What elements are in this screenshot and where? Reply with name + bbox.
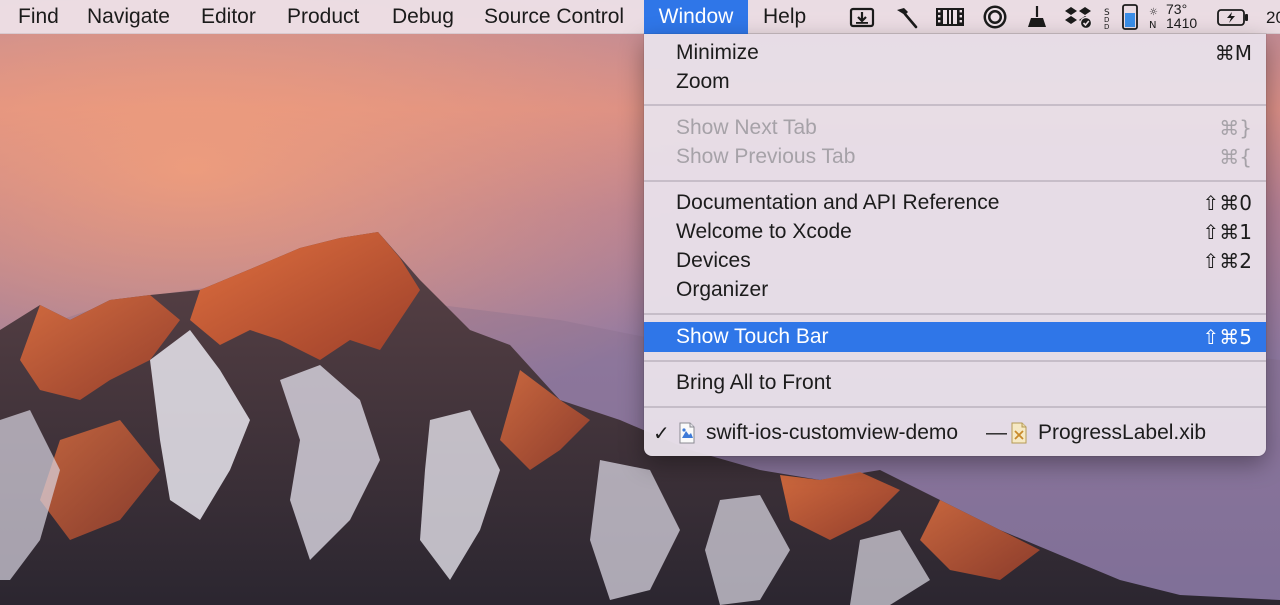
menu-item-shortcut: ⇧⌘1 xyxy=(1202,220,1252,244)
menu-debug[interactable]: Debug xyxy=(382,0,464,34)
menu-bar: Find Navigate Editor Product Debug Sourc… xyxy=(0,0,1280,34)
broom-icon[interactable] xyxy=(1025,4,1049,30)
xcode-project-icon xyxy=(678,422,696,452)
menu-item-show-next-tab: Show Next Tab ⌘} xyxy=(644,114,1266,142)
clock-fragment[interactable]: 20 xyxy=(1266,8,1280,28)
menu-editor[interactable]: Editor xyxy=(191,0,266,34)
menu-item-label: Minimize xyxy=(676,41,759,64)
weather-value: 1410 xyxy=(1166,15,1198,31)
menu-navigate[interactable]: Navigate xyxy=(77,0,180,34)
menu-separator xyxy=(644,313,1266,315)
menu-item-shortcut: ⌘M xyxy=(1214,41,1252,65)
menu-item-zoom[interactable]: Zoom xyxy=(644,68,1266,96)
menu-item-organizer[interactable]: Organizer xyxy=(644,276,1266,304)
menu-item-label: Zoom xyxy=(676,70,730,93)
menu-window[interactable]: Window xyxy=(644,0,748,34)
menu-item-documentation[interactable]: Documentation and API Reference ⇧⌘0 xyxy=(644,189,1266,217)
menu-item-label: Show Previous Tab xyxy=(676,145,856,168)
battery-charging-icon[interactable] xyxy=(1216,4,1250,30)
menu-separator xyxy=(644,180,1266,182)
menu-item-label: Documentation and API Reference xyxy=(676,191,1000,214)
menu-separator xyxy=(644,360,1266,362)
menu-item-label: Show Touch Bar xyxy=(676,325,829,348)
menu-item-shortcut: ⇧⌘2 xyxy=(1202,249,1252,273)
menu-item-devices[interactable]: Devices ⇧⌘2 xyxy=(644,247,1266,275)
menu-item-label: Devices xyxy=(676,249,751,272)
weather-icon[interactable]: ☼ N xyxy=(1147,4,1165,30)
menu-item-shortcut: ⇧⌘5 xyxy=(1202,325,1252,349)
menu-item-welcome[interactable]: Welcome to Xcode ⇧⌘1 xyxy=(644,218,1266,246)
menu-separator xyxy=(644,406,1266,408)
menu-product[interactable]: Product xyxy=(277,0,369,34)
menu-find[interactable]: Find xyxy=(8,0,69,34)
svg-text:N: N xyxy=(1149,20,1156,30)
window-title-separator: — xyxy=(986,421,1007,444)
svg-text:☼: ☼ xyxy=(1149,7,1158,18)
dropbox-icon[interactable] xyxy=(1063,4,1093,30)
menu-item-label: Welcome to Xcode xyxy=(676,220,852,243)
menu-item-open-window[interactable]: ✓ swift-ios-customview-demo — ProgressLa… xyxy=(644,419,1266,447)
hammer-icon[interactable] xyxy=(892,4,920,30)
record-icon[interactable] xyxy=(981,4,1009,30)
window-file-name: ProgressLabel.xib xyxy=(1038,421,1207,444)
battery-level-icon[interactable]: SDD xyxy=(1104,4,1142,30)
menu-item-minimize[interactable]: Minimize ⌘M xyxy=(644,39,1266,67)
menu-item-shortcut: ⌘{ xyxy=(1219,145,1252,169)
checkmark-icon: ✓ xyxy=(653,421,670,445)
menu-help[interactable]: Help xyxy=(753,0,816,34)
download-icon[interactable] xyxy=(848,4,876,30)
menu-item-label: Show Next Tab xyxy=(676,116,817,139)
menu-source-control[interactable]: Source Control xyxy=(474,0,634,34)
menu-item-bring-all-to-front[interactable]: Bring All to Front xyxy=(644,369,1266,397)
menu-item-show-previous-tab: Show Previous Tab ⌘{ xyxy=(644,143,1266,171)
window-project-name: swift-ios-customview-demo xyxy=(706,421,959,444)
menu-item-label: Organizer xyxy=(676,278,769,301)
menu-item-shortcut: ⇧⌘0 xyxy=(1202,191,1252,215)
weather-temperature: 73° xyxy=(1166,1,1188,17)
menu-item-label: Bring All to Front xyxy=(676,371,832,394)
svg-text:D: D xyxy=(1104,23,1109,30)
menu-item-show-touch-bar[interactable]: Show Touch Bar ⇧⌘5 xyxy=(644,322,1266,352)
window-menu-dropdown: Minimize ⌘M Zoom Show Next Tab ⌘} Show P… xyxy=(644,34,1266,456)
menu-item-shortcut: ⌘} xyxy=(1219,116,1252,140)
film-icon[interactable] xyxy=(934,4,966,30)
xib-file-icon xyxy=(1010,422,1028,452)
menu-separator xyxy=(644,104,1266,106)
